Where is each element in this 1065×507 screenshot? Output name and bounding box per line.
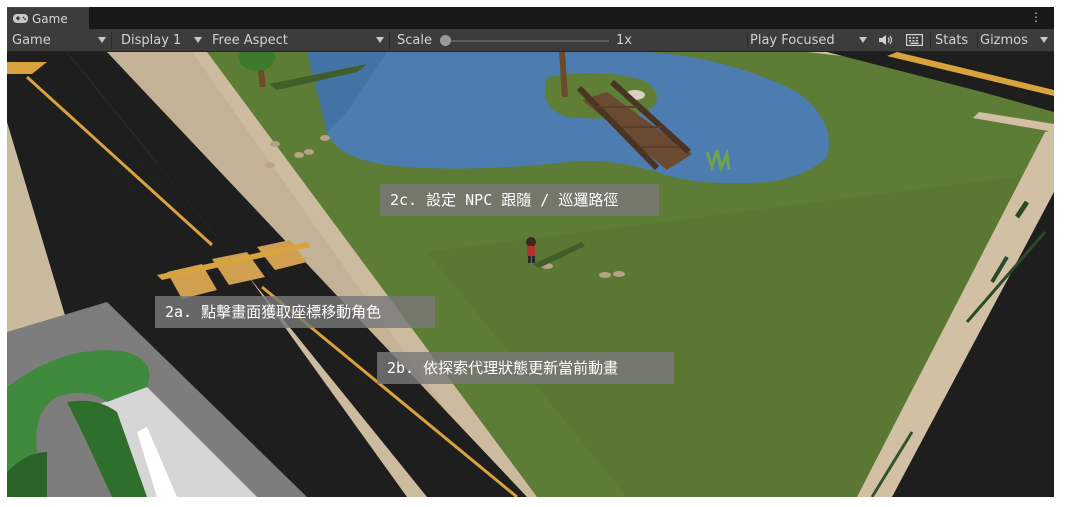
aspect-label: Free Aspect (212, 32, 288, 48)
display-dropdown[interactable]: Display 1 (116, 29, 206, 51)
divider (111, 32, 112, 49)
play-mode-label: Play Focused (750, 32, 835, 48)
divider (389, 32, 390, 49)
annotation-anim-update: 2b. 依探索代理狀態更新當前動畫 (377, 352, 674, 384)
more-vertical-icon[interactable]: ⋮ (1030, 11, 1042, 23)
scale-value: 1x (611, 29, 641, 51)
game-viewport[interactable]: 2c. 設定 NPC 跟隨 / 巡邏路徑 2a. 點擊畫面獲取座標移動角色 2b… (7, 52, 1054, 497)
gamepad-icon (13, 14, 28, 23)
scale-value-text: 1x (616, 32, 632, 48)
display-label: Display 1 (121, 32, 182, 48)
tab-game-label: Game (32, 11, 68, 26)
tab-bar: Game ⋮ (7, 7, 1054, 29)
view-mode-label: Game (12, 32, 51, 48)
game-toolbar: Game Display 1 Free Aspect Scale 1x Play… (7, 29, 1054, 52)
scale-label: Scale (392, 29, 442, 51)
mute-audio-button[interactable] (874, 29, 898, 51)
chevron-down-icon (194, 37, 202, 43)
game-window: Game ⋮ Game Display 1 Free Aspect Scale … (7, 7, 1054, 497)
gizmos-label: Gizmos (980, 32, 1028, 48)
scale-slider-track[interactable] (445, 40, 609, 42)
shortcuts-button[interactable] (902, 29, 928, 51)
gizmos-dropdown[interactable] (1031, 29, 1054, 51)
chevron-down-icon (859, 37, 867, 43)
tree-trunk (559, 52, 568, 98)
tab-game[interactable]: Game (7, 7, 89, 29)
game-scene (7, 52, 1054, 497)
chevron-down-icon (98, 37, 106, 43)
stats-label: Stats (935, 32, 969, 48)
scale-slider-handle[interactable] (440, 35, 451, 46)
view-mode-dropdown[interactable]: Game (7, 29, 110, 51)
keyboard-icon (906, 34, 923, 46)
play-mode-dropdown[interactable]: Play Focused (745, 29, 871, 51)
chevron-down-icon (1040, 37, 1048, 43)
chevron-down-icon (376, 37, 384, 43)
speaker-icon (879, 35, 893, 45)
annotation-click-move: 2a. 點擊畫面獲取座標移動角色 (155, 296, 435, 328)
scale-label-text: Scale (397, 32, 432, 48)
aspect-dropdown[interactable]: Free Aspect (207, 29, 388, 51)
gizmos-button[interactable]: Gizmos (975, 29, 1029, 51)
stats-button[interactable]: Stats (930, 29, 976, 51)
annotation-npc-follow: 2c. 設定 NPC 跟隨 / 巡邏路徑 (380, 184, 659, 216)
